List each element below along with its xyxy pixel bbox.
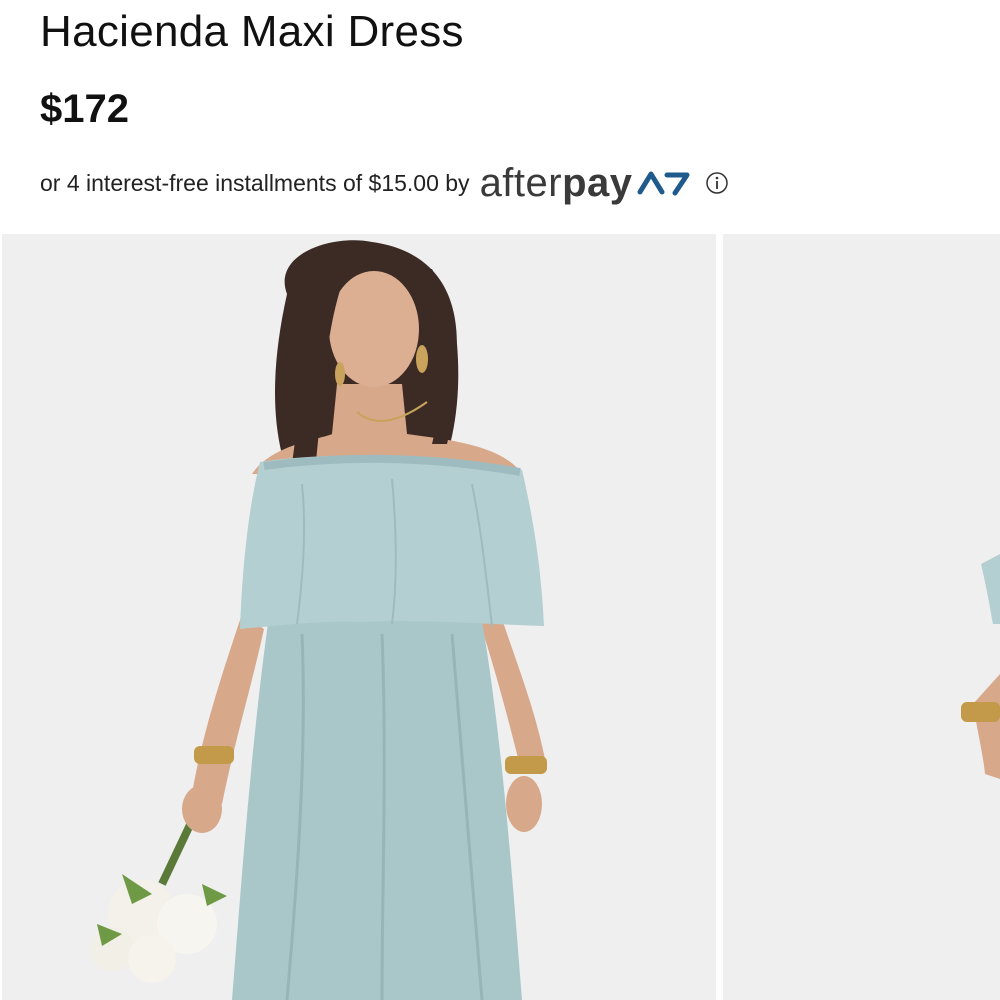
afterpay-installments: or 4 interest-free installments of $15.0… [40, 163, 729, 203]
afterpay-logo: after pay [480, 163, 693, 203]
product-photo-main[interactable] [2, 234, 716, 1000]
product-gallery[interactable] [0, 234, 1000, 1000]
info-icon[interactable] [705, 171, 729, 195]
product-photo-next[interactable] [723, 234, 1000, 1000]
product-price: $172 [40, 87, 129, 131]
model-photo-illustration-2 [723, 234, 1000, 1000]
afterpay-logo-icon [637, 168, 693, 198]
afterpay-logo-after: after [479, 161, 563, 205]
installments-text: or 4 interest-free installments of $15.0… [40, 170, 470, 196]
model-photo-illustration [2, 234, 716, 1000]
product-title: Hacienda Maxi Dress [40, 7, 464, 56]
afterpay-logo-pay: pay [562, 161, 633, 205]
